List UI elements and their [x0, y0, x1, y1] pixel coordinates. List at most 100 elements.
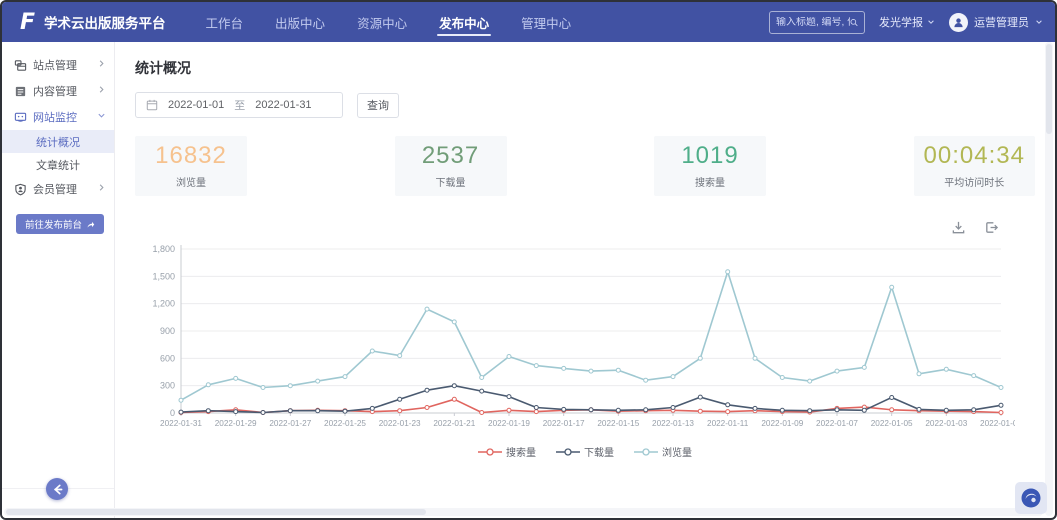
legend-label: 浏览量 [662, 444, 692, 459]
chevron-right-icon [97, 85, 106, 97]
sidebar: 站点管理内容管理网站监控统计概况文章统计会员管理 前往发布前台 [2, 42, 115, 518]
svg-text:2022-01-03: 2022-01-03 [925, 419, 967, 428]
topnav-item-label: 管理中心 [521, 17, 571, 31]
query-button[interactable]: 查询 [357, 93, 399, 118]
sidebar-subitem-2-0[interactable]: 统计概况 [2, 130, 114, 153]
journal-select[interactable]: 发光学报 [879, 14, 935, 30]
chevron-down-icon [1035, 18, 1043, 26]
sidebar-subitem-label: 文章统计 [36, 157, 80, 173]
monitor-icon [14, 111, 27, 124]
user-menu[interactable]: 运营管理员 [949, 13, 1043, 32]
top-nav-menu: 工作台 出版中心 资源中心 发布中心 管理中心 [204, 2, 574, 43]
svg-text:2022-01-07: 2022-01-07 [816, 419, 858, 428]
stat-label: 下载量 [436, 174, 466, 189]
user-icon [952, 16, 965, 29]
svg-text:2022-01-13: 2022-01-13 [652, 419, 694, 428]
go-to-front-button[interactable]: 前往发布前台 [16, 214, 104, 234]
calendar-icon [146, 99, 158, 111]
svg-text:1,200: 1,200 [152, 299, 175, 309]
download-icon[interactable] [951, 220, 966, 235]
line-chart: 0 300 600 900 1,200 1,500 1,800 2022-01-31 2022-… [135, 239, 1035, 444]
date-range-picker[interactable]: 2022-01-01 至 2022-01-31 [135, 92, 343, 118]
svg-text:600: 600 [160, 353, 175, 363]
chevron-down-icon [927, 18, 935, 26]
sidebar-subitem-2-1[interactable]: 文章统计 [2, 153, 114, 176]
collapse-sidebar-button[interactable] [46, 478, 68, 500]
topnav-item-2[interactable]: 资源中心 [355, 2, 409, 43]
sidebar-item-0[interactable]: 站点管理 [2, 52, 114, 78]
stat-label: 浏览量 [176, 174, 206, 189]
stat-value: 00:04:34 [924, 143, 1025, 169]
legend-marker-icon [556, 447, 580, 457]
journal-select-value: 发光学报 [879, 14, 923, 30]
topnav-item-1[interactable]: 出版中心 [273, 2, 327, 43]
topnav-item-label: 工作台 [206, 17, 244, 31]
svg-text:2022-01-05: 2022-01-05 [871, 419, 913, 428]
svg-text:2022-01-31: 2022-01-31 [160, 419, 202, 428]
svg-text:2022-01-21: 2022-01-21 [433, 419, 475, 428]
search-icon [850, 17, 858, 28]
topnav-item-3[interactable]: 发布中心 [437, 2, 491, 43]
topbar-right: 发光学报 运营管理员 [769, 11, 1043, 34]
sidebar-item-label: 内容管理 [33, 83, 91, 99]
stat-label: 搜索量 [695, 174, 725, 189]
svg-text:2022-01-09: 2022-01-09 [761, 419, 803, 428]
date-from-value[interactable]: 2022-01-01 [168, 99, 224, 111]
svg-text:1,500: 1,500 [152, 271, 175, 281]
sidebar-item-label: 网站监控 [33, 109, 91, 125]
sites-icon [14, 59, 27, 72]
svg-text:1,800: 1,800 [152, 244, 175, 254]
svg-text:2022-01-25: 2022-01-25 [324, 419, 366, 428]
global-search[interactable] [769, 11, 865, 34]
topnav-item-label: 出版中心 [275, 17, 325, 31]
date-to-value[interactable]: 2022-01-31 [255, 99, 311, 111]
sidebar-item-2[interactable]: 网站监控 [2, 104, 114, 130]
chart-toolbar [135, 206, 1035, 237]
app-window: F 学术云出版服务平台 工作台 出版中心 资源中心 发布中心 管理中心 发光学报 运营管… [0, 0, 1057, 520]
svg-text:2022-01-23: 2022-01-23 [379, 419, 421, 428]
vertical-scrollbar[interactable] [1045, 42, 1053, 516]
topnav-item-4[interactable]: 管理中心 [519, 2, 573, 43]
brand-logo: F [20, 10, 34, 35]
app-title: 学术云出版服务平台 [44, 12, 166, 32]
customer-service-button[interactable] [1015, 482, 1047, 514]
svg-text:2022-01-17: 2022-01-17 [543, 419, 585, 428]
stat-card-0: 16832 浏览量 [135, 136, 247, 196]
stat-value: 2537 [422, 143, 479, 169]
sidebar-item-3[interactable]: 会员管理 [2, 176, 114, 202]
stat-value: 1019 [681, 143, 738, 169]
svg-text:900: 900 [160, 326, 175, 336]
svg-text:2022-01-11: 2022-01-11 [707, 419, 749, 428]
sidebar-item-1[interactable]: 内容管理 [2, 78, 114, 104]
svg-text:2022-01-15: 2022-01-15 [597, 419, 639, 428]
horizontal-scrollbar[interactable] [4, 508, 1043, 516]
service-icon [1020, 487, 1042, 509]
go-to-front-label: 前往发布前台 [25, 217, 82, 231]
chart-canvas: 0 300 600 900 1,200 1,500 1,800 2022-01-31 2022-… [135, 239, 1015, 439]
content-icon [14, 85, 27, 98]
topnav-item-0[interactable]: 工作台 [204, 2, 246, 43]
scrollbar-thumb[interactable] [1046, 44, 1052, 134]
stat-value: 16832 [155, 143, 227, 169]
chevron-right-icon [97, 59, 106, 71]
svg-text:2022-01-19: 2022-01-19 [488, 419, 530, 428]
topnav-item-label: 发布中心 [439, 17, 489, 31]
search-input[interactable] [776, 17, 850, 28]
legend-item-0[interactable]: 搜索量 [478, 444, 536, 459]
share-arrow-icon [86, 220, 95, 229]
export-icon[interactable] [984, 220, 999, 235]
topnav-item-label: 资源中心 [357, 17, 407, 31]
legend-item-2[interactable]: 浏览量 [634, 444, 692, 459]
svg-text:300: 300 [160, 381, 175, 391]
sidebar-subitem-label: 统计概况 [36, 134, 80, 150]
svg-text:0: 0 [170, 408, 175, 418]
scrollbar-thumb[interactable] [6, 509, 426, 515]
chart-legend: 搜索量 下载量 浏览量 [135, 444, 1035, 459]
legend-item-1[interactable]: 下载量 [556, 444, 614, 459]
sidebar-item-label: 会员管理 [33, 181, 91, 197]
filter-row: 2022-01-01 至 2022-01-31 查询 [135, 92, 1035, 118]
stat-card-1: 2537 下载量 [395, 136, 507, 196]
arrow-left-icon [52, 484, 63, 495]
svg-text:2022-01-29: 2022-01-29 [215, 419, 257, 428]
sidebar-item-label: 站点管理 [33, 57, 91, 73]
